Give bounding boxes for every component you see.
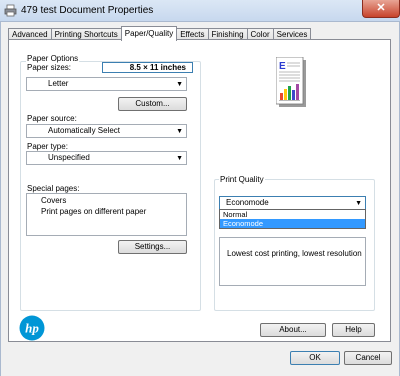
quality-description-box: Lowest cost printing, lowest resolution xyxy=(219,237,366,286)
paper-source-value: Automatically Select xyxy=(48,126,121,135)
close-button[interactable]: ✕ xyxy=(362,0,400,18)
chevron-down-icon: ▼ xyxy=(176,81,183,88)
special-pages-list[interactable]: Covers Print pages on different paper xyxy=(26,193,187,236)
paper-size-dropdown[interactable]: Letter ▼ xyxy=(26,77,187,91)
settings-button[interactable]: Settings... xyxy=(118,240,187,254)
option-normal[interactable]: Normal xyxy=(220,210,365,219)
custom-button[interactable]: Custom... xyxy=(118,97,187,111)
help-button[interactable]: Help xyxy=(332,323,375,337)
print-quality-label: Print Quality xyxy=(219,175,265,184)
paper-type-dropdown[interactable]: Unspecified ▼ xyxy=(26,151,187,165)
tab-strip: Advanced Printing Shortcuts Paper/Qualit… xyxy=(8,26,312,41)
paper-size-value: Letter xyxy=(48,79,69,88)
window-title: 479 test Document Properties xyxy=(21,5,154,16)
chevron-down-icon: ▼ xyxy=(176,155,183,162)
cancel-button[interactable]: Cancel xyxy=(344,351,392,365)
about-button[interactable]: About... xyxy=(260,323,326,337)
paper-size-dimensions-field[interactable]: 8.5 × 11 inches xyxy=(102,62,193,73)
paper-source-dropdown[interactable]: Automatically Select ▼ xyxy=(26,124,187,138)
ok-button[interactable]: OK xyxy=(290,351,340,365)
paper-options-label: Paper Options xyxy=(26,54,80,63)
print-quality-value: Economode xyxy=(226,198,269,207)
paper-type-value: Unspecified xyxy=(48,153,90,162)
paper-sizes-label: Paper sizes: xyxy=(27,63,72,72)
printer-icon xyxy=(4,4,17,17)
paper-type-label: Paper type: xyxy=(27,142,68,151)
document-preview: E xyxy=(275,56,306,107)
option-economode[interactable]: Economode xyxy=(220,219,365,228)
svg-text:hp: hp xyxy=(25,321,39,336)
hp-logo: hp xyxy=(19,315,45,341)
close-icon: ✕ xyxy=(376,2,386,14)
tab-paper-quality[interactable]: Paper/Quality xyxy=(120,26,178,41)
list-item[interactable]: Covers xyxy=(41,196,66,205)
paper-source-label: Paper source: xyxy=(27,114,77,123)
print-quality-dropdown-list: Normal Economode xyxy=(219,209,366,229)
preview-letter: E xyxy=(279,61,286,72)
list-item[interactable]: Print pages on different paper xyxy=(41,207,146,216)
print-quality-dropdown[interactable]: Economode ▼ xyxy=(219,196,366,210)
chevron-down-icon: ▼ xyxy=(176,128,183,135)
special-pages-label: Special pages: xyxy=(27,184,80,193)
quality-description: Lowest cost printing, lowest resolution xyxy=(227,249,362,258)
